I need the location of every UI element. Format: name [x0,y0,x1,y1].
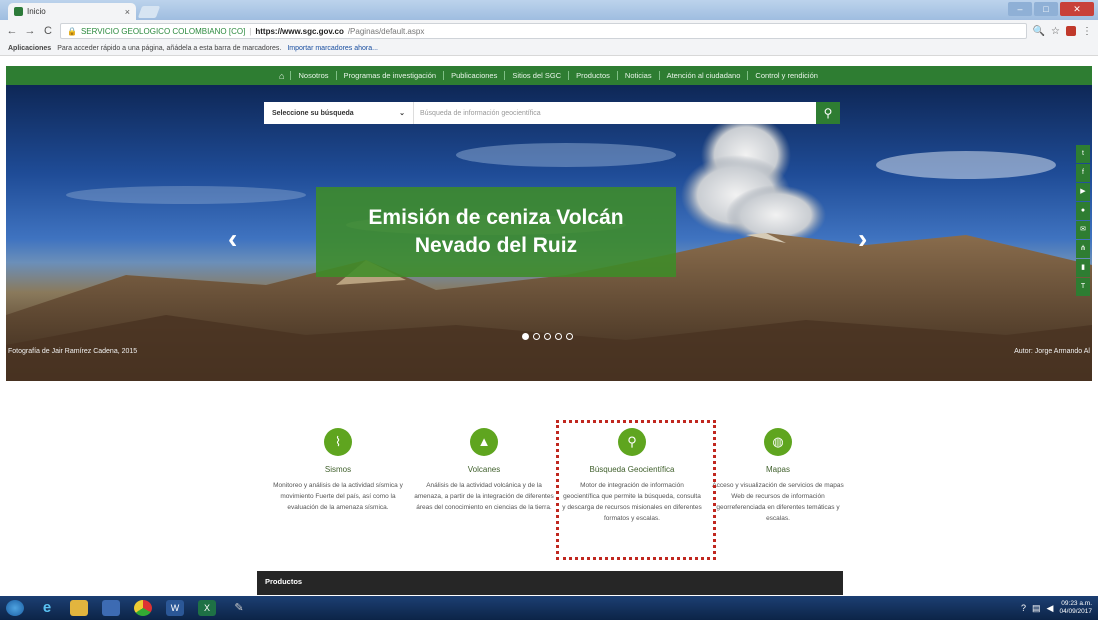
hero-title-line2: Nevado del Ruiz [414,234,578,257]
help-icon[interactable]: ? [1021,603,1026,613]
window-controls: – □ ✕ [1008,2,1094,16]
start-button[interactable] [6,600,24,616]
feature-title: Mapas [765,465,790,474]
volume-icon[interactable]: ◀ [1047,603,1054,614]
nav-item-atencion[interactable]: Atención al ciudadano [658,71,748,80]
accessibility-icon[interactable]: T [1076,278,1090,296]
search-bar: Seleccione su búsqueda ⌄ Búsqueda de inf… [264,102,840,124]
url-domain: https://www.sgc.gov.co [255,26,344,36]
address-bar[interactable]: 🔒 SERVICIO GEOLOGICO COLOMBIANO [CO] | h… [60,23,1027,39]
social-links: t f ▶ ● ✉ ⋔ ▮ T [1076,145,1090,296]
facebook-icon[interactable]: f [1076,164,1090,182]
globe-icon: ◍ [764,428,792,456]
chevron-down-icon: ⌄ [399,110,405,117]
chrome-icon[interactable] [134,600,152,616]
products-bar[interactable]: Productos [257,571,843,595]
media-player-icon[interactable] [102,600,120,616]
bookmarks-apps[interactable]: Aplicaciones [8,45,51,52]
browser-titlebar: Inicio × – □ ✕ [0,0,1098,20]
network-icon[interactable]: ▤ [1032,603,1041,614]
clock-date: 04/09/2017 [1059,608,1092,615]
nav-item-sitios[interactable]: Sitios del SGC [504,71,568,80]
lock-icon: 🔒 [67,26,77,36]
feature-description: Análisis de la actividad volcánica y de … [414,482,554,511]
youtube-icon[interactable]: ▶ [1076,183,1090,201]
zoom-icon[interactable]: 🔍 [1033,26,1045,37]
excel-icon[interactable]: X [198,600,216,616]
home-icon[interactable]: ⌂ [273,71,290,81]
minimize-button[interactable]: – [1008,2,1032,16]
paint-icon[interactable]: ✎ [230,600,248,616]
site-identity: SERVICIO GEOLOGICO COLOMBIANO [CO] [80,26,246,36]
sitemap-icon[interactable]: ⋔ [1076,240,1090,258]
bookmark-star-icon[interactable]: ☆ [1051,26,1060,37]
email-icon[interactable]: ✉ [1076,221,1090,239]
browser-tab[interactable]: Inicio × [8,3,136,20]
reload-button[interactable]: C [42,25,54,37]
carousel-prev-button[interactable]: ‹ [228,223,237,255]
bookmarks-hint: Para acceder rápido a una página, añádel… [57,45,282,52]
feature-volcanes[interactable]: ▲ Volcanes Análisis de la actividad volc… [414,428,554,513]
feature-description: Monitoreo y análisis de la actividad sís… [273,482,403,511]
system-tray: ? ▤ ◀ 09:23 a.m. 04/09/2017 [1021,600,1098,616]
flickr-icon[interactable]: ● [1076,202,1090,220]
feature-mapas[interactable]: ◍ Mapas Acceso y visualización de servic… [708,428,848,524]
browser-toolbar: ← → C 🔒 SERVICIO GEOLOGICO COLOMBIANO [C… [0,20,1098,42]
bookmarks-bar: Aplicaciones Para acceder rápido a una p… [0,42,1098,56]
hero-title-line1: Emisión de ceniza Volcán [368,206,624,229]
search-input[interactable]: Búsqueda de información geocientífica [414,102,816,124]
carousel-dot[interactable] [566,333,573,340]
internet-explorer-icon[interactable]: e [38,600,56,616]
tab-title: Inicio [27,7,46,16]
extension-icon[interactable] [1066,25,1076,36]
windows-taskbar: e W X ✎ ? ▤ ◀ 09:23 a.m. 04/09/2017 [0,596,1098,620]
hero-carousel: Seleccione su búsqueda ⌄ Búsqueda de inf… [6,85,1092,381]
feature-sismos[interactable]: ⌇ Sismos Monitoreo y análisis de la acti… [268,428,408,513]
forward-button[interactable]: → [24,25,36,37]
carousel-dot[interactable] [522,333,529,340]
twitter-icon[interactable]: t [1076,145,1090,163]
word-icon[interactable]: W [166,600,184,616]
highlight-annotation [556,420,716,560]
rss-icon[interactable]: ▮ [1076,259,1090,277]
feature-description: Acceso y visualización de servicios de m… [712,482,844,522]
search-category-select[interactable]: Seleccione su búsqueda ⌄ [264,102,414,124]
carousel-dot[interactable] [533,333,540,340]
site-nav: ⌂ Nosotros Programas de investigación Pu… [6,66,1092,85]
nav-item-nosotros[interactable]: Nosotros [290,71,335,80]
photo-credit-left: Fotografía de Jair Ramírez Cadena, 2015 [8,348,138,355]
new-tab-button[interactable] [137,6,161,18]
feature-title: Volcanes [467,465,501,474]
search-button[interactable]: ⚲ [816,102,840,124]
tab-close-button[interactable]: × [125,7,130,17]
nav-item-control[interactable]: Control y rendición [747,71,825,80]
seismograph-icon: ⌇ [324,428,352,456]
maximize-button[interactable]: □ [1034,2,1058,16]
clock[interactable]: 09:23 a.m. 04/09/2017 [1059,600,1092,616]
menu-icon[interactable]: ⋮ [1082,26,1092,37]
nav-item-productos[interactable]: Productos [568,71,617,80]
file-explorer-icon[interactable] [70,600,88,616]
photo-credit-right: Autor: Jorge Armando Al [1014,348,1090,355]
search-category-value: Seleccione su búsqueda [272,109,354,117]
carousel-dot[interactable] [555,333,562,340]
search-icon: ⚲ [823,106,833,120]
carousel-dot[interactable] [544,333,551,340]
nav-item-noticias[interactable]: Noticias [616,71,659,80]
volcano-icon: ▲ [470,428,498,456]
url-separator: | [249,26,252,36]
carousel-next-button[interactable]: › [858,223,867,255]
clock-time: 09:23 a.m. [1061,600,1092,607]
toolbar-right-icons: 🔍 ☆ ⋮ [1033,25,1092,37]
carousel-dots [522,333,573,340]
url-path: /Paginas/default.aspx [347,26,425,36]
hero-caption[interactable]: Emisión de ceniza Volcán Nevado del Ruiz [316,187,676,277]
back-button[interactable]: ← [6,25,18,37]
import-bookmarks-link[interactable]: Importar marcadores ahora... [287,45,378,52]
nav-item-publicaciones[interactable]: Publicaciones [443,71,504,80]
close-window-button[interactable]: ✕ [1060,2,1094,16]
feature-title: Sismos [324,465,352,474]
nav-item-programas[interactable]: Programas de investigación [335,71,444,80]
favicon-icon [14,7,23,16]
